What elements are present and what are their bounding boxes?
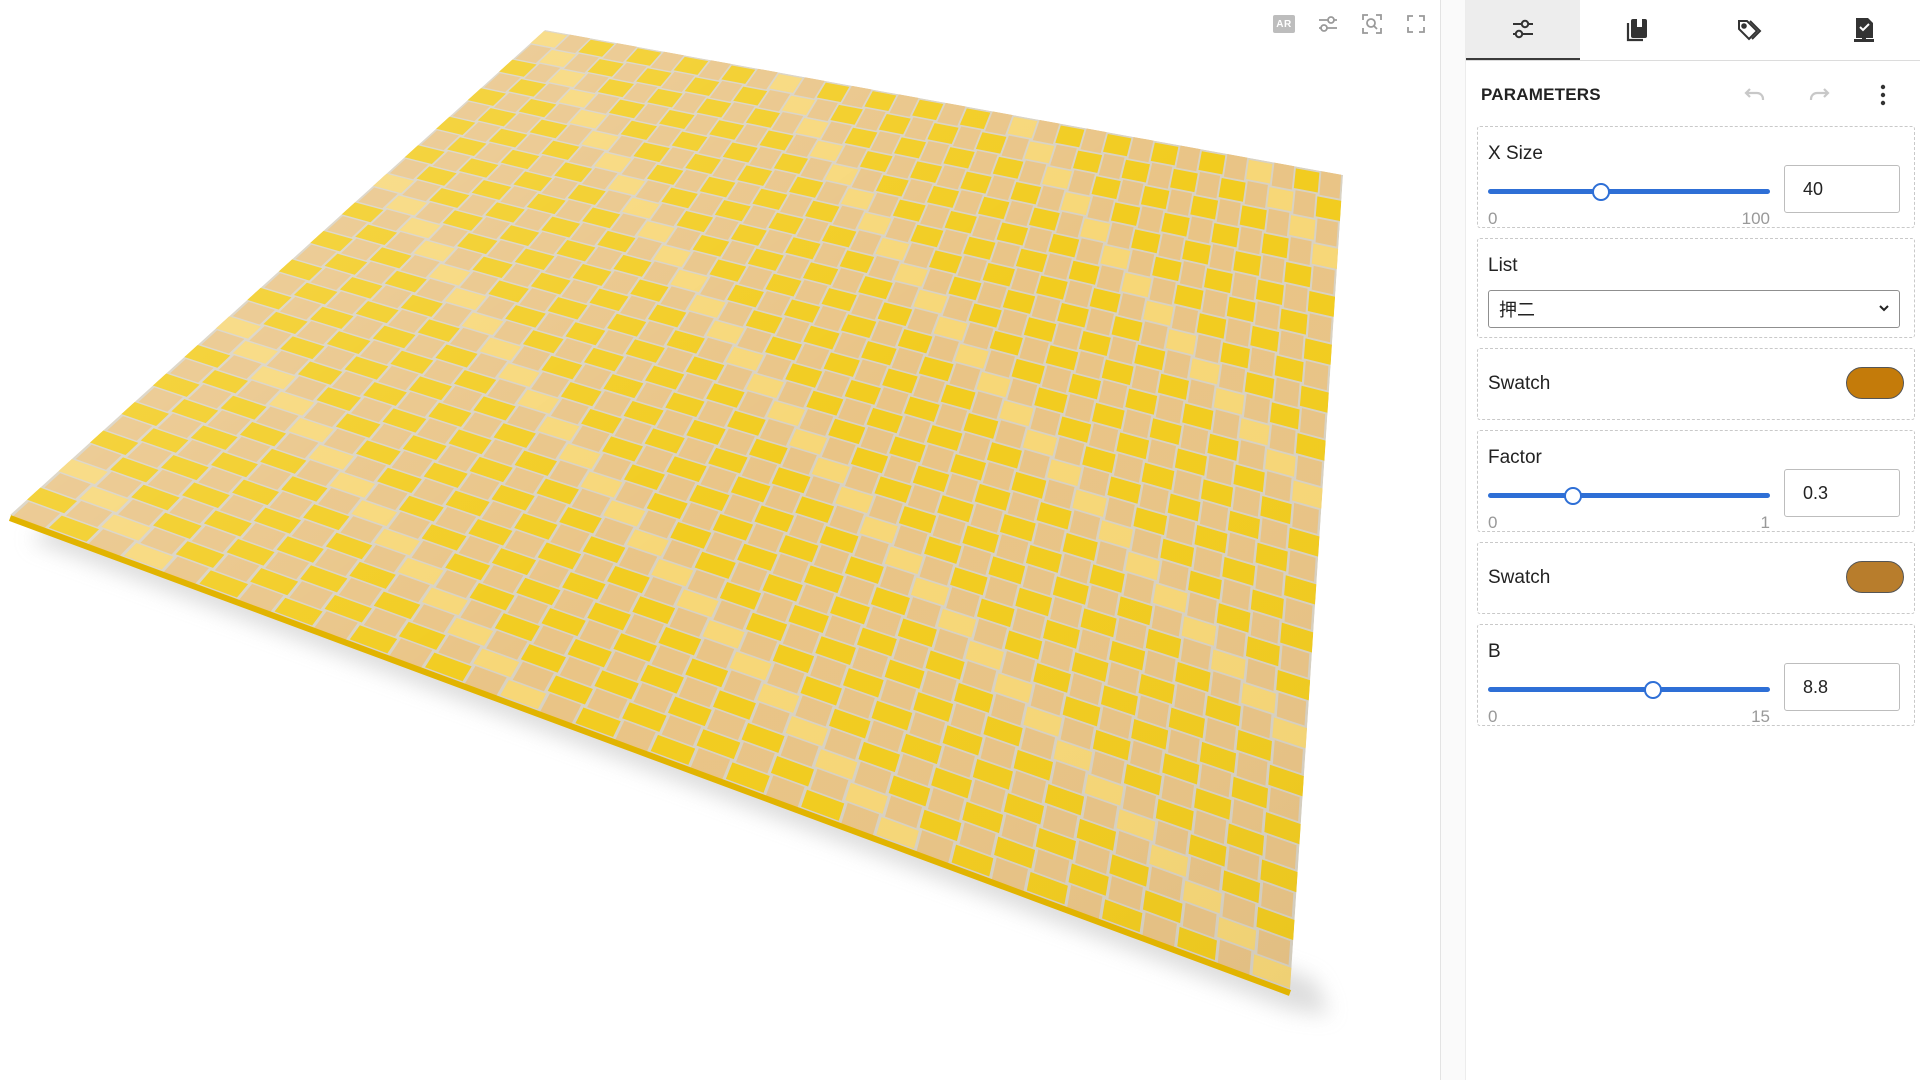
panel-resize-gutter[interactable] [1441, 0, 1466, 1080]
list-select[interactable]: 押二 [1488, 290, 1900, 328]
param-label: List [1488, 255, 1518, 276]
more-vertical-icon [1880, 84, 1886, 106]
tab-tags[interactable] [1694, 0, 1808, 60]
undo-button[interactable] [1735, 75, 1775, 115]
param-swatch-1: Swatch [1477, 348, 1915, 420]
warp-cell [1216, 199, 1241, 227]
warp-cell [1167, 189, 1193, 216]
ar-button[interactable]: AR [1270, 10, 1298, 38]
param-label: B [1488, 641, 1501, 662]
slider-thumb[interactable] [1644, 681, 1663, 699]
slider-track [1488, 687, 1770, 692]
param-list: List 押二 [1477, 238, 1915, 338]
factor-slider[interactable] [1488, 485, 1770, 505]
tags-icon [1738, 20, 1762, 41]
param-x-size: X Size 0 100 [1477, 126, 1915, 228]
fullscreen-icon [1407, 15, 1425, 33]
warp-cell [1271, 162, 1295, 190]
tab-parameters[interactable] [1466, 0, 1580, 60]
param-b: B 0 15 [1477, 624, 1915, 726]
warp-cell [1315, 218, 1338, 247]
warp-cell [1231, 272, 1257, 301]
parameters-list: X Size 0 100 List 押二 Swatch [1477, 126, 1915, 736]
b-input[interactable] [1784, 663, 1900, 711]
param-swatch-2: Swatch [1477, 542, 1915, 614]
panel-tabs [1466, 0, 1920, 61]
warp-cell [1158, 233, 1184, 261]
warp-cell [1293, 190, 1316, 218]
redo-button[interactable] [1799, 75, 1839, 115]
fullscreen-button[interactable] [1402, 10, 1430, 38]
param-label: Factor [1488, 447, 1542, 468]
slider-thumb[interactable] [1591, 183, 1610, 201]
slider-track [1488, 493, 1770, 498]
warp-cell [1319, 171, 1342, 199]
slider-max-label: 1 [1760, 513, 1770, 532]
viewport-toolbar: AR [1270, 10, 1430, 38]
param-label: Swatch [1488, 567, 1551, 588]
viewport-settings-button[interactable] [1314, 10, 1342, 38]
param-factor: Factor 0 1 [1477, 430, 1915, 532]
parameters-header: PARAMETERS [1481, 60, 1903, 130]
x-size-slider[interactable] [1488, 181, 1770, 201]
woven-fabric-render[interactable] [0, 0, 1440, 1080]
3d-viewport[interactable]: AR [0, 0, 1440, 1080]
b-slider[interactable] [1488, 679, 1770, 699]
color-swatch[interactable] [1846, 367, 1904, 399]
slider-max-label: 15 [1751, 707, 1770, 726]
param-label: X Size [1488, 143, 1543, 164]
warp-cell [1244, 181, 1268, 209]
slider-min-label: 0 [1488, 707, 1498, 726]
warp-cell [1223, 154, 1248, 181]
x-size-input[interactable] [1784, 165, 1900, 213]
undo-icon [1744, 88, 1765, 100]
slider-thumb[interactable] [1563, 487, 1582, 505]
warp-cell [1311, 265, 1335, 295]
select-value: 押二 [1499, 300, 1535, 320]
warp-cell [1266, 208, 1290, 237]
slider-min-label: 0 [1488, 513, 1498, 532]
library-icon [1626, 19, 1647, 42]
warp-cell [1195, 172, 1221, 199]
warp-cell [1283, 283, 1308, 313]
color-swatch[interactable] [1846, 561, 1904, 593]
parameters-title: PARAMETERS [1481, 85, 1601, 104]
slider-max-label: 100 [1741, 209, 1770, 228]
weave-pattern [10, 30, 1343, 990]
warp-cell [1187, 216, 1213, 244]
slider-min-label: 0 [1488, 209, 1498, 228]
factor-input[interactable] [1784, 469, 1900, 517]
sliders-icon [1512, 19, 1533, 39]
zoom-fit-icon [1362, 14, 1382, 34]
warp-cell [1260, 255, 1285, 284]
sliders-icon [1319, 16, 1337, 32]
warp-cell [1238, 226, 1263, 255]
redo-icon [1809, 88, 1830, 100]
zoom-fit-button[interactable] [1358, 10, 1386, 38]
download-icon [1854, 18, 1875, 42]
param-label: Swatch [1488, 373, 1551, 394]
warp-cell [1288, 237, 1312, 266]
warp-cell [1209, 244, 1235, 272]
more-options-button[interactable] [1863, 75, 1903, 115]
side-panel: PARAMETERS X Size 0 100 40 List 押二 Swatc… [1440, 0, 1920, 1080]
tab-export[interactable] [1807, 0, 1920, 60]
ar-icon: AR [1273, 15, 1295, 33]
tab-library[interactable] [1580, 0, 1694, 60]
chevron-down-icon [1879, 305, 1889, 312]
slider-track [1488, 189, 1770, 194]
